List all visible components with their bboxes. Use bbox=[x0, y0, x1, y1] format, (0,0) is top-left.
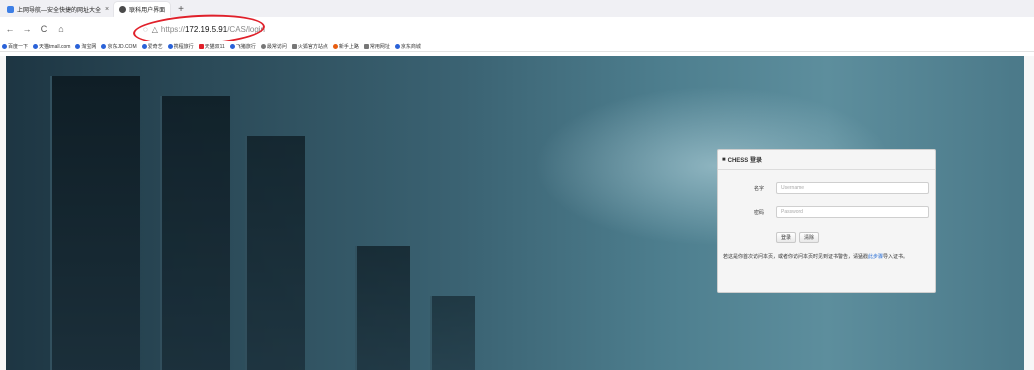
bookmark-item[interactable]: 最常访问 bbox=[260, 43, 287, 50]
bookmark-item[interactable]: 百度一下 bbox=[2, 43, 28, 50]
password-row: 密码 bbox=[718, 205, 937, 219]
address-bar[interactable]: ◌ △ https:// 172.19.5.91 /CAS/login bbox=[143, 21, 265, 37]
tab-label: 联科用户界面 bbox=[129, 8, 166, 14]
server-rack-image bbox=[160, 96, 230, 370]
url-path: /CAS/login bbox=[227, 24, 265, 34]
close-tab-icon[interactable]: × bbox=[105, 6, 109, 13]
bookmark-icon bbox=[33, 43, 39, 49]
bookmark-item[interactable]: 飞猪旅行 bbox=[229, 43, 256, 50]
bookmark-label: 百度一下 bbox=[8, 43, 29, 50]
bookmark-icon bbox=[363, 43, 369, 49]
bookmark-label: 爱奇艺 bbox=[147, 43, 163, 50]
url-scheme: https:// bbox=[160, 24, 185, 34]
clear-button[interactable]: 清除 bbox=[799, 232, 820, 243]
bookmark-label: 最常访问 bbox=[266, 43, 287, 50]
note-text-end: 导入证书。 bbox=[883, 254, 909, 260]
bookmark-label: 常用网址 bbox=[369, 43, 390, 50]
server-rack-image bbox=[245, 136, 305, 370]
bookmark-icon bbox=[75, 43, 81, 49]
username-label: 名字 bbox=[753, 185, 764, 192]
lock-icon[interactable]: △ bbox=[152, 25, 158, 34]
bookmark-icon bbox=[101, 43, 107, 49]
login-buttons: 登录 清除 bbox=[776, 232, 820, 243]
bookmarks-bar: 百度一下 天猫tmall.com 淘宝网 京东JD.COM 爱奇艺 携程旅行 天猫双11 飞猪… bbox=[0, 41, 1034, 52]
server-rack-image bbox=[50, 76, 140, 370]
bookmark-item[interactable]: 天猫tmall.com bbox=[33, 43, 70, 50]
bookmark-label: 携程旅行 bbox=[173, 43, 194, 50]
tracking-shield-icon[interactable]: ◌ bbox=[143, 25, 148, 34]
bookmark-icon bbox=[394, 43, 400, 49]
tab-label: 上网导航—安全快捷的网址大全 bbox=[17, 8, 102, 14]
reload-button[interactable]: C bbox=[37, 24, 51, 34]
bookmark-label: 淘宝网 bbox=[81, 43, 97, 50]
bookmark-item[interactable]: 新手上路 bbox=[332, 43, 359, 50]
server-rack-image bbox=[355, 246, 410, 370]
bookmark-icon bbox=[260, 43, 266, 49]
login-button[interactable]: 登录 bbox=[776, 232, 797, 243]
bookmark-item[interactable]: 常用网址 bbox=[363, 43, 390, 50]
username-input[interactable] bbox=[776, 182, 929, 194]
bookmark-icon bbox=[141, 43, 147, 49]
bookmark-item[interactable]: 京东商城 bbox=[394, 43, 421, 50]
bookmark-label: 飞猪旅行 bbox=[235, 43, 256, 50]
bookmark-icon bbox=[2, 43, 7, 49]
bookmark-item[interactable]: 淘宝网 bbox=[75, 43, 96, 50]
edge-favicon-icon bbox=[119, 6, 127, 13]
bookmark-icon bbox=[167, 43, 173, 49]
bookmark-label: 火狐官方站点 bbox=[297, 43, 328, 50]
bookmark-item[interactable]: 天猫双11 bbox=[198, 43, 225, 50]
bookmark-label: 新手上路 bbox=[338, 43, 359, 50]
navigation-bar: ← → C ⌂ ◌ △ https:// 172.19.5.91 /CAS/lo… bbox=[0, 11, 1034, 49]
page-margin bbox=[1024, 56, 1034, 370]
url-host: 172.19.5.91 bbox=[184, 24, 228, 34]
tab-navigation[interactable]: 上网导航—安全快捷的网址大全 × bbox=[2, 2, 114, 17]
bookmark-icon bbox=[332, 43, 338, 49]
bookmark-label: 京东商城 bbox=[400, 43, 421, 50]
page-margin bbox=[0, 56, 6, 370]
bookmark-item[interactable]: 京东JD.COM bbox=[101, 43, 137, 50]
home-button[interactable]: ⌂ bbox=[54, 24, 68, 34]
bookmark-label: 天猫双11 bbox=[204, 43, 225, 50]
lock-icon: ■ bbox=[722, 156, 726, 163]
bookmark-item[interactable]: 携程旅行 bbox=[167, 43, 194, 50]
login-panel-header: ■ CHESS 登录 bbox=[718, 150, 935, 170]
forward-button[interactable]: → bbox=[20, 24, 34, 34]
server-rack-image bbox=[430, 296, 475, 370]
note-text: 若这是你首次访问本页，或者你访问本页时见到证书警告，请猛戳 bbox=[723, 254, 869, 260]
bookmark-item[interactable]: 火狐官方站点 bbox=[291, 43, 328, 50]
username-row: 名字 bbox=[718, 181, 937, 195]
certificate-link[interactable]: 此步骤 bbox=[868, 254, 883, 260]
login-panel: ■ CHESS 登录 名字 密码 登录 清除 若这是你首次访问本页，或者你访问本… bbox=[717, 149, 936, 293]
site-favicon-icon bbox=[7, 6, 14, 13]
tab-login[interactable]: 联科用户界面 bbox=[114, 2, 171, 17]
bookmark-icon bbox=[229, 43, 235, 49]
bookmark-item[interactable]: 爱奇艺 bbox=[141, 43, 163, 50]
password-label: 密码 bbox=[753, 209, 764, 216]
password-input[interactable] bbox=[776, 206, 929, 218]
back-button[interactable]: ← bbox=[3, 24, 17, 34]
certificate-note: 若这是你首次访问本页，或者你访问本页时见到证书警告，请猛戳此步骤导入证书。 bbox=[723, 253, 933, 261]
bookmark-label: 天猫tmall.com bbox=[39, 43, 71, 50]
bookmark-icon bbox=[291, 43, 297, 49]
bookmark-label: 京东JD.COM bbox=[107, 43, 137, 50]
tab-strip: 上网导航—安全快捷的网址大全 × 联科用户界面 + bbox=[0, 0, 1034, 17]
login-title: CHESS 登录 bbox=[727, 158, 762, 164]
new-tab-button[interactable]: + bbox=[178, 2, 184, 17]
bookmark-icon bbox=[198, 43, 204, 49]
